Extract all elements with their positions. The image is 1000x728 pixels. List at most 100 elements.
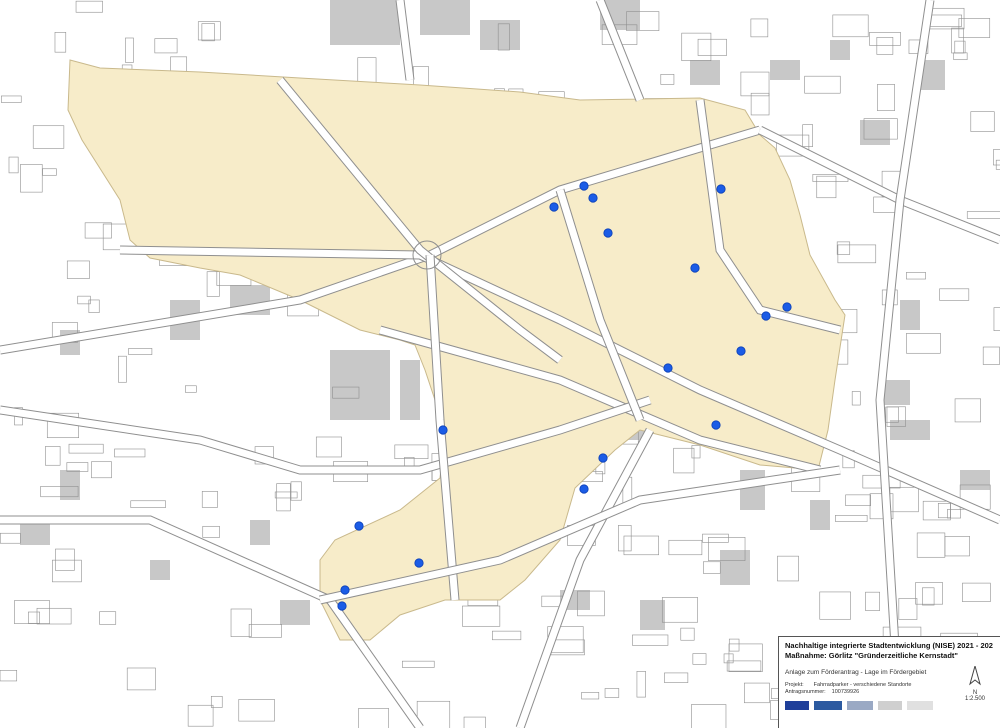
parcel-outline [876, 37, 894, 55]
parcel-outline [20, 164, 43, 193]
bicycle-parking-marker[interactable] [761, 311, 771, 321]
parcel-outline [865, 591, 880, 611]
building-footprint [810, 500, 830, 530]
parcel-outline [750, 18, 769, 38]
bicycle-parking-marker[interactable] [438, 425, 448, 435]
parcel-outline [851, 391, 861, 406]
parcel-outline [68, 443, 104, 454]
building-footprint [690, 60, 720, 85]
application-value: 100739926 [831, 689, 860, 695]
building-footprint [860, 120, 890, 145]
city-map[interactable] [0, 0, 1000, 728]
legend-measure: Maßnahme: Görlitz "Gründerzeitliche Kern… [785, 651, 958, 660]
parcel-outline [202, 525, 220, 538]
parcel-outline [777, 555, 799, 582]
building-footprint [640, 600, 665, 630]
parcel-outline [42, 168, 57, 176]
parcel-outline [993, 307, 1000, 331]
parcel-outline [970, 111, 995, 132]
parcel-outline [869, 32, 901, 46]
parcel-outline [816, 175, 837, 199]
north-arrow-icon [969, 664, 981, 686]
parcel-outline [680, 627, 695, 641]
parcel-outline [889, 486, 919, 513]
parcel-outline [45, 446, 61, 466]
bicycle-parking-marker[interactable] [340, 585, 350, 595]
parcel-outline [835, 515, 868, 522]
parcel-outline [660, 74, 675, 85]
bicycle-parking-marker[interactable] [337, 601, 347, 611]
bicycle-parking-marker[interactable] [549, 202, 559, 212]
eu-flag-logo [785, 701, 809, 710]
building-footprint [400, 360, 420, 420]
parcel-outline [197, 21, 221, 41]
building-footprint [720, 550, 750, 585]
bicycle-parking-marker[interactable] [414, 558, 424, 568]
parcel-outline [939, 288, 970, 301]
parcel-outline [837, 244, 877, 264]
parcel-outline [982, 346, 1000, 365]
building-footprint [330, 0, 400, 45]
bicycle-parking-marker[interactable] [736, 346, 746, 356]
parcel-outline [906, 333, 941, 354]
bicycle-parking-marker[interactable] [588, 193, 598, 203]
parcel-outline [32, 125, 65, 149]
bicycle-parking-marker[interactable] [690, 263, 700, 273]
parcel-outline [130, 500, 166, 508]
parcel-outline [618, 525, 632, 552]
bicycle-parking-marker[interactable] [354, 521, 364, 531]
parcel-outline [937, 502, 952, 519]
bicycle-parking-marker[interactable] [579, 484, 589, 494]
bicycle-parking-marker[interactable] [716, 184, 726, 194]
street-casing [875, 0, 935, 728]
bicycle-parking-marker[interactable] [603, 228, 613, 238]
saxony-logo [847, 701, 873, 710]
parcel-outline [636, 671, 646, 698]
parcel-outline [944, 536, 970, 557]
street [396, 0, 414, 81]
bicycle-parking-marker[interactable] [579, 181, 589, 191]
city-logo [907, 701, 933, 710]
parcel-outline [681, 32, 712, 62]
parcel-outline [128, 348, 153, 355]
parcel-outline [832, 14, 869, 38]
parcel-outline [91, 461, 112, 479]
bicycle-parking-marker[interactable] [782, 302, 792, 312]
parcel-outline [744, 682, 770, 704]
parcel-outline [604, 688, 620, 698]
parcel-outline [462, 605, 501, 627]
parcel-outline [55, 548, 75, 571]
parcel-outline [276, 483, 291, 512]
parcel-outline [8, 156, 19, 174]
ministry-logo [878, 701, 902, 710]
parcel-outline [692, 653, 707, 665]
parcel-outline [187, 704, 214, 727]
parcel-outline [927, 7, 965, 30]
parcel-outline [77, 295, 91, 305]
parcel-outline [201, 491, 218, 508]
building-footprint [960, 470, 990, 490]
bicycle-parking-marker[interactable] [663, 363, 673, 373]
parcel-outline [315, 436, 342, 458]
parcel-outline [0, 670, 18, 682]
parcel-outline [728, 643, 763, 672]
bicycle-parking-marker[interactable] [711, 420, 721, 430]
parcel-outline [394, 444, 429, 460]
parcel-outline [728, 638, 740, 652]
legend-title: Nachhaltige integrierte Stadtentwicklung… [785, 641, 993, 650]
parcel-outline [836, 241, 851, 255]
building-footprint [330, 350, 390, 420]
parcel-outline [52, 559, 82, 583]
parcel-outline [915, 582, 943, 605]
application-label: Antragsnummer: [785, 689, 826, 695]
building-footprint [740, 470, 765, 510]
bicycle-parking-marker[interactable] [598, 453, 608, 463]
parcel-outline [802, 124, 813, 147]
parcel-outline [230, 608, 252, 637]
parcel-outline [358, 708, 389, 728]
project-value: Fahrradparker - verschiedene Standorte [813, 682, 912, 688]
parcel-outline [114, 448, 146, 458]
parcel-outline [664, 672, 689, 683]
parcel-outline [661, 597, 698, 623]
parcel-outline [697, 38, 727, 56]
